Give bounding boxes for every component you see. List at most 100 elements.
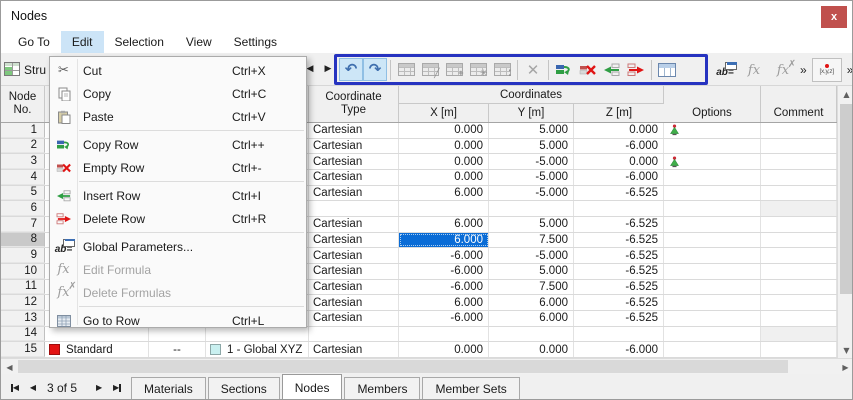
cell-options[interactable] [664, 295, 761, 310]
cell-options[interactable] [664, 138, 761, 154]
undo-button[interactable]: ↶ [339, 58, 363, 81]
cell-z[interactable]: -6.525 [574, 295, 664, 310]
global-parameters-button[interactable]: ab= [713, 59, 737, 82]
menu-item-paste[interactable]: Paste Ctrl+V [50, 105, 306, 128]
table-tool-button-3[interactable]: + [442, 58, 466, 81]
cell-options[interactable] [664, 216, 761, 232]
cell-y[interactable]: 7.500 [489, 279, 574, 295]
cell-y[interactable]: -5.000 [489, 185, 574, 201]
row-header-cell[interactable]: 4 [1, 169, 45, 185]
menu-item-copy[interactable]: Copy Ctrl+C [50, 82, 306, 105]
column-header-comment[interactable]: Comment [761, 86, 837, 122]
cell-y[interactable]: -5.000 [489, 248, 574, 263]
table-tool-button-2[interactable]: ╱ [418, 58, 442, 81]
cell-options[interactable] [664, 201, 761, 216]
cell-options[interactable] [664, 123, 761, 138]
delete-formulas-button[interactable]: fx [771, 59, 796, 82]
cell-options[interactable] [664, 263, 761, 279]
cell-x[interactable]: 0.000 [399, 342, 489, 357]
cell-options[interactable] [664, 342, 761, 357]
cell-y[interactable]: 5.000 [489, 123, 574, 138]
cell-x[interactable]: -6.000 [399, 310, 489, 326]
delete-row-button[interactable] [624, 58, 648, 81]
copy-row-button[interactable] [552, 58, 576, 81]
row-header-cell[interactable]: 2 [1, 138, 45, 154]
scroll-left-icon[interactable]: ◀ [1, 359, 18, 375]
cell-x[interactable]: 0.000 [399, 123, 489, 138]
column-header-options[interactable]: Options [664, 86, 761, 122]
row-header-cell[interactable]: 8 [1, 232, 45, 248]
coordinate-display-button[interactable]: [x,y,z] [811, 58, 842, 82]
column-header-node-no[interactable]: Node No. [1, 86, 45, 122]
cell-x[interactable]: -6.000 [399, 248, 489, 263]
vertical-scrollbar[interactable]: ▲ ▼ [837, 86, 852, 358]
cell-z[interactable]: -6.525 [574, 248, 664, 263]
cell-comment[interactable] [761, 169, 837, 185]
cell-comment[interactable] [761, 295, 837, 310]
previous-page-button[interactable]: ◀ [25, 379, 41, 397]
scroll-down-icon[interactable]: ▼ [838, 342, 852, 358]
cell-z[interactable]: -6.525 [574, 279, 664, 295]
cell-z[interactable]: -6.525 [574, 185, 664, 201]
cell-x[interactable] [399, 326, 489, 342]
next-page-button[interactable]: ▶ [91, 379, 107, 397]
cell-coordinate-type[interactable]: Cartesian [309, 248, 399, 263]
cell-reference-node[interactable]: -- [149, 342, 206, 357]
close-button[interactable]: x [821, 6, 847, 28]
cell-coordinate-type[interactable]: Cartesian [309, 169, 399, 185]
cell-y[interactable]: 7.500 [489, 232, 574, 248]
column-header-y[interactable]: Y [m] [489, 104, 574, 122]
cell-comment[interactable] [761, 342, 837, 357]
vertical-scroll-thumb[interactable] [840, 104, 852, 294]
cell-comment[interactable] [761, 123, 837, 138]
tab-sections[interactable]: Sections [207, 377, 280, 399]
row-header-cell[interactable]: 11 [1, 279, 45, 295]
column-header-x[interactable]: X [m] [399, 104, 489, 122]
scroll-right-icon[interactable]: ▶ [837, 359, 852, 375]
cell-x[interactable] [399, 201, 489, 216]
cell-z[interactable]: -6.525 [574, 263, 664, 279]
menu-item-delete-row[interactable]: Delete Row Ctrl+R [50, 207, 306, 230]
cell-coordinate-type[interactable]: Cartesian [309, 232, 399, 248]
table-tool-button-4[interactable]: ✳ [466, 58, 490, 81]
cell-y[interactable]: -5.000 [489, 169, 574, 185]
table-tool-button-1[interactable] [394, 58, 418, 81]
cell-coordinate-type[interactable]: Cartesian [309, 342, 399, 357]
cell-comment[interactable] [761, 201, 837, 216]
cell-comment[interactable] [761, 326, 837, 342]
tab-member-sets[interactable]: Member Sets [422, 377, 520, 399]
cell-comment[interactable] [761, 185, 837, 201]
row-header-cell[interactable]: 9 [1, 248, 45, 263]
column-header-coordinate-type[interactable]: Coordinate Type [309, 86, 399, 122]
cell-z[interactable]: -6.000 [574, 342, 664, 357]
cell-y[interactable]: 6.000 [489, 295, 574, 310]
cell-options[interactable] [664, 279, 761, 295]
menubar-item-selection[interactable]: Selection [104, 31, 175, 53]
cell-coordinate-system[interactable]: 1 - Global XYZ [206, 342, 309, 357]
structure-data-button[interactable]: Stru [4, 59, 46, 81]
cell-coordinate-type[interactable]: Cartesian [309, 279, 399, 295]
cell-node-type[interactable]: Standard [45, 342, 149, 357]
menu-item-cut[interactable]: ✂ Cut Ctrl+X [50, 59, 306, 82]
cell-x[interactable]: -6.000 [399, 279, 489, 295]
cell-z[interactable]: -6.525 [574, 232, 664, 248]
menubar-item-settings[interactable]: Settings [223, 31, 288, 53]
cell-y[interactable] [489, 326, 574, 342]
redo-button[interactable]: ↷ [363, 58, 387, 81]
row-header-cell[interactable]: 3 [1, 154, 45, 169]
cell-z[interactable] [574, 201, 664, 216]
cell-options[interactable] [664, 154, 761, 169]
menu-item-global-parameters[interactable]: ab= Global Parameters... [50, 235, 306, 258]
insert-row-button[interactable] [600, 58, 624, 81]
table-view-button[interactable] [655, 58, 679, 81]
cell-options[interactable] [664, 185, 761, 201]
cell-y[interactable] [489, 201, 574, 216]
tab-members[interactable]: Members [344, 377, 421, 399]
column-header-z[interactable]: Z [m] [574, 104, 664, 122]
menu-item-copy-row[interactable]: Copy Row Ctrl++ [50, 133, 306, 156]
horizontal-scroll-thumb[interactable] [18, 360, 788, 373]
cell-coordinate-type[interactable]: Cartesian [309, 263, 399, 279]
next-table-button[interactable]: ▶ [322, 61, 334, 77]
cell-coordinate-type[interactable]: Cartesian [309, 123, 399, 138]
row-header-cell[interactable]: 7 [1, 216, 45, 232]
